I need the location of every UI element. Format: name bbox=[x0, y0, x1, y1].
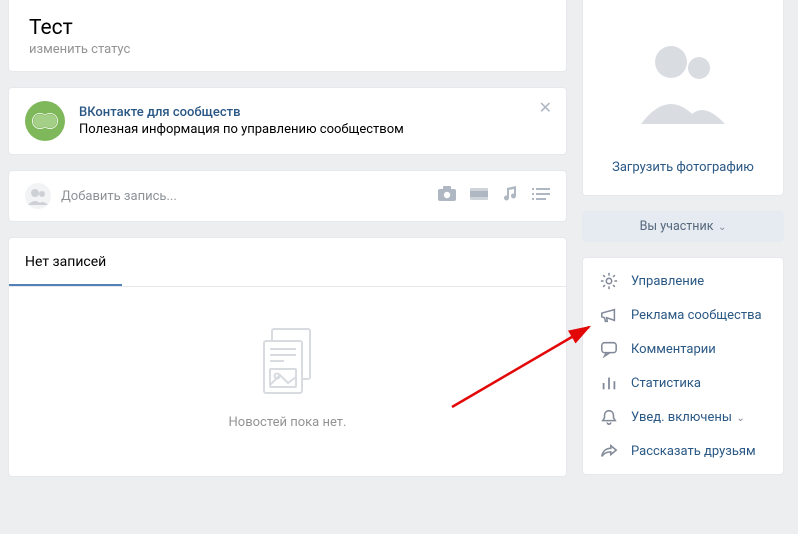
more-icon[interactable] bbox=[532, 186, 550, 206]
chevron-down-icon: ⌄ bbox=[715, 222, 726, 233]
comment-icon bbox=[599, 339, 619, 359]
video-icon[interactable] bbox=[470, 186, 488, 206]
menu-label: Увед. включены ⌄ bbox=[631, 410, 745, 425]
menu-label: Статистика bbox=[631, 376, 701, 391]
empty-news-text: Новостей пока нет. bbox=[9, 415, 566, 430]
upload-photo-link[interactable]: Загрузить фотографию bbox=[599, 160, 767, 175]
menu-item-share[interactable]: Рассказать друзьям bbox=[583, 434, 783, 468]
post-composer[interactable]: Добавить запись... bbox=[8, 170, 567, 222]
suggestion-title: ВКонтакте для сообществ bbox=[79, 105, 404, 120]
gear-icon bbox=[599, 271, 619, 291]
close-icon[interactable]: ✕ bbox=[539, 100, 552, 116]
menu-item-stats[interactable]: Статистика bbox=[583, 366, 783, 400]
chevron-down-icon: ⌄ bbox=[734, 413, 745, 424]
suggestion-card[interactable]: ВКонтакте для сообществ Полезная информа… bbox=[8, 87, 567, 155]
composer-avatar-icon bbox=[25, 183, 51, 209]
menu-item-notifications[interactable]: Увед. включены ⌄ bbox=[583, 400, 783, 434]
menu-label: Рассказать друзьям bbox=[631, 444, 756, 459]
change-status-link[interactable]: изменить статус bbox=[29, 42, 546, 57]
empty-news-icon bbox=[9, 327, 566, 397]
avatar-card: Загрузить фотографию bbox=[582, 0, 784, 196]
menu-item-manage[interactable]: Управление bbox=[583, 264, 783, 298]
menu-item-comments[interactable]: Комментарии bbox=[583, 332, 783, 366]
music-icon[interactable] bbox=[502, 186, 518, 206]
camera-icon[interactable] bbox=[438, 186, 456, 206]
suggestion-text: Полезная информация по управлению сообще… bbox=[79, 122, 404, 137]
avatar-placeholder-icon bbox=[599, 16, 767, 146]
group-title: Тест bbox=[29, 16, 546, 40]
menu-label: Управление bbox=[631, 274, 704, 289]
side-menu: Управление Реклама сообщества Комментари… bbox=[582, 257, 784, 475]
member-status-label: Вы участник bbox=[640, 219, 714, 234]
megaphone-icon bbox=[599, 305, 619, 325]
group-header: Тест изменить статус bbox=[8, 0, 567, 72]
share-icon bbox=[599, 441, 619, 461]
menu-item-ads[interactable]: Реклама сообщества bbox=[583, 298, 783, 332]
stats-icon bbox=[599, 373, 619, 393]
menu-label: Комментарии bbox=[631, 342, 716, 357]
wall-tab-no-posts[interactable]: Нет записей bbox=[9, 238, 122, 286]
bell-icon bbox=[599, 407, 619, 427]
suggestion-avatar-icon bbox=[25, 101, 65, 141]
menu-label: Реклама сообщества bbox=[631, 308, 762, 323]
member-status-button[interactable]: Вы участник ⌄ bbox=[582, 211, 784, 242]
wall: Нет записей Новостей пока нет. bbox=[8, 237, 567, 477]
member-button-wrap: Вы участник ⌄ bbox=[582, 211, 784, 242]
composer-placeholder[interactable]: Добавить запись... bbox=[61, 189, 438, 204]
